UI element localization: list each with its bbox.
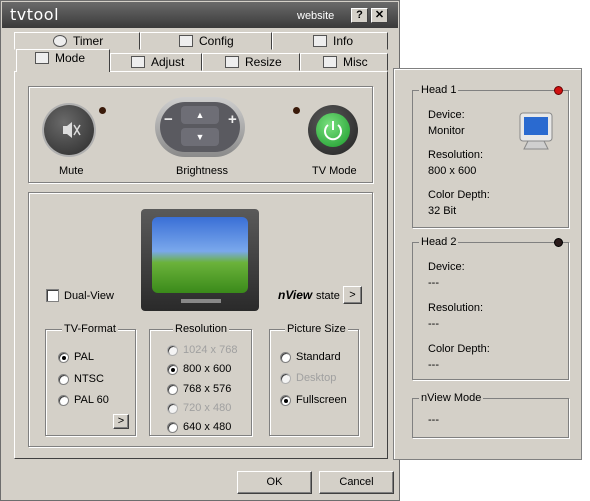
app-title: tvtool: [10, 5, 60, 24]
speaker-icon: [323, 56, 337, 68]
tab-info[interactable]: Info: [272, 32, 388, 50]
picture-size-title: Picture Size: [285, 323, 348, 335]
nview-state-label: state: [316, 290, 340, 302]
head2-resolution-value: ---: [428, 318, 439, 330]
tab-mode[interactable]: Mode: [16, 49, 110, 72]
head2-group: Head 2 Device: --- Resolution: --- Color…: [412, 236, 569, 380]
controls-group: Mute − + ▲ ▼ Brightness TV Mode: [28, 86, 373, 183]
tvmode-button[interactable]: [308, 105, 358, 155]
head1-depth-value: 32 Bit: [428, 205, 457, 217]
head1-title: Head 1: [419, 84, 459, 96]
head2-resolution-label: Resolution:: [428, 302, 484, 314]
nview-mode-group: nView Mode ---: [412, 392, 569, 438]
brightness-label: Brightness: [176, 165, 228, 177]
monitor-icon: [35, 52, 49, 64]
head2-device-label: Device:: [428, 261, 465, 273]
mute-label: Mute: [59, 165, 84, 177]
picture-size-group: Picture Size Standard Desktop Fullscreen: [269, 323, 359, 436]
monitor-icon: [519, 112, 553, 150]
title-bar[interactable]: tvtool website ? ✕: [2, 2, 398, 28]
info-panel: Head 1 Device: Monitor Resolution: 800 x…: [393, 68, 582, 460]
brightness-pad: − + ▲ ▼: [155, 97, 245, 157]
tab-info-label: Info: [333, 34, 354, 48]
nview-mode-title: nView Mode: [419, 392, 484, 404]
mute-button[interactable]: [44, 105, 94, 155]
tv-format-group: TV-Format PAL NTSC PAL 60 >: [45, 323, 136, 436]
head1-depth-label: Color Depth:: [428, 189, 490, 201]
tab-adjust-label: Adjust: [151, 55, 185, 69]
mute-icon: [63, 122, 81, 138]
dualview-label: Dual-View: [64, 290, 114, 302]
head1-device-value: Monitor: [428, 125, 465, 137]
website-link[interactable]: website: [297, 10, 334, 22]
head1-device-label: Device:: [428, 109, 465, 121]
mute-led: [99, 107, 106, 114]
tab-config-label: Config: [199, 34, 234, 48]
head2-status-led: [554, 238, 563, 247]
resolution-group: Resolution 1024 x 768 800 x 600 768 x 57…: [149, 323, 252, 436]
brightness-minus-button[interactable]: −: [164, 111, 173, 128]
head1-group: Head 1 Device: Monitor Resolution: 800 x…: [412, 84, 569, 228]
head1-resolution-label: Resolution:: [428, 149, 484, 161]
adjust-icon: [131, 56, 145, 68]
nview-label: nView: [278, 288, 313, 302]
nview-state-button[interactable]: >: [343, 286, 362, 304]
tv-image: [141, 209, 259, 311]
tab-resize[interactable]: Resize: [202, 53, 300, 71]
cancel-button[interactable]: Cancel: [319, 471, 394, 494]
tab-misc[interactable]: Misc: [300, 53, 388, 71]
ok-button[interactable]: OK: [237, 471, 312, 494]
head1-status-led: [554, 86, 563, 95]
head1-resolution-value: 800 x 600: [428, 165, 477, 177]
brightness-down-button[interactable]: ▼: [181, 128, 219, 146]
main-window: tvtool website ? ✕ Timer Config Info Mod…: [0, 0, 400, 501]
display-group: Dual-View nView state > TV-Format PAL NT…: [28, 192, 373, 447]
tab-timer[interactable]: Timer: [14, 32, 140, 50]
clock-icon: [53, 35, 67, 47]
tv-format-more-button[interactable]: >: [113, 414, 129, 429]
brightness-plus-button[interactable]: +: [228, 111, 237, 128]
resolution-title: Resolution: [173, 323, 229, 335]
resize-icon: [225, 56, 239, 68]
tab-adjust[interactable]: Adjust: [110, 53, 202, 71]
close-button[interactable]: ✕: [371, 8, 388, 23]
tvmode-label: TV Mode: [312, 165, 357, 177]
info-icon: [313, 35, 327, 47]
nview-mode-value: ---: [428, 414, 439, 426]
help-button[interactable]: ?: [351, 8, 368, 23]
dualview-checkbox[interactable]: [46, 289, 59, 302]
head2-depth-label: Color Depth:: [428, 343, 490, 355]
tab-timer-label: Timer: [73, 34, 104, 48]
power-icon: [316, 113, 350, 147]
wrench-icon: [179, 35, 193, 47]
brightness-up-button[interactable]: ▲: [181, 106, 219, 124]
tab-mode-label: Mode: [55, 51, 86, 65]
head2-title: Head 2: [419, 236, 459, 248]
tab-misc-label: Misc: [343, 55, 368, 69]
tv-format-title: TV-Format: [62, 323, 118, 335]
head2-device-value: ---: [428, 277, 439, 289]
tab-config[interactable]: Config: [140, 32, 272, 50]
tab-resize-label: Resize: [245, 55, 282, 69]
tvmode-led: [293, 107, 300, 114]
head2-depth-value: ---: [428, 359, 439, 371]
